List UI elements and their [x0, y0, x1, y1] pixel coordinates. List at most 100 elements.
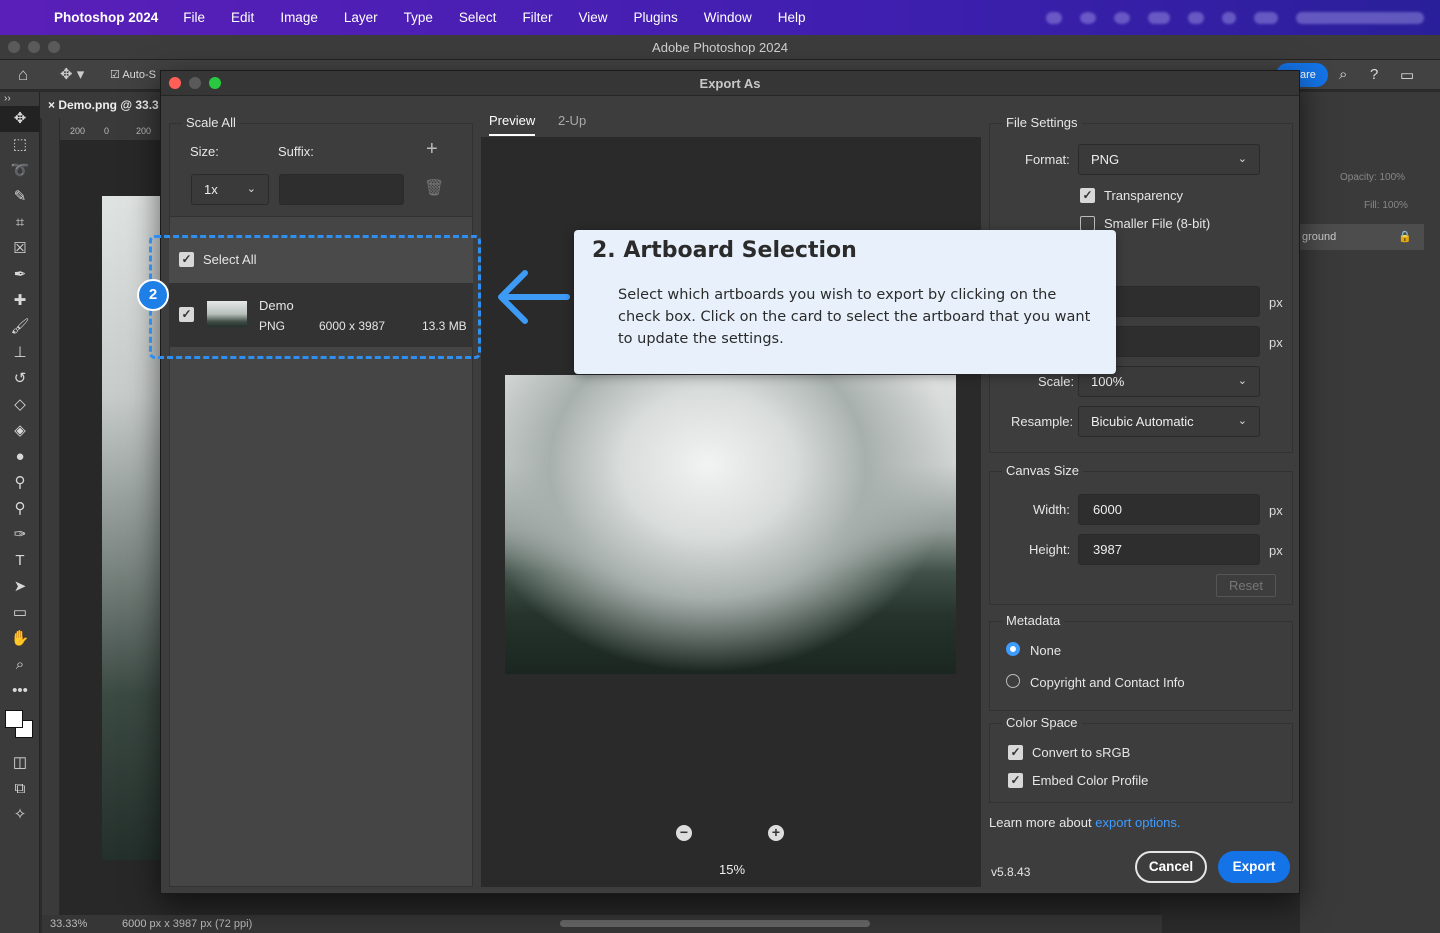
auto-select-label: Auto-S [122, 69, 156, 81]
metadata-group: Metadata None Copyright and Contact Info [989, 613, 1293, 711]
metadata-copyright-radio[interactable] [1006, 674, 1020, 688]
trash-icon[interactable]: 🗑 [424, 178, 444, 198]
doc-tab[interactable]: × Demo.png @ 33.3 [48, 92, 159, 118]
export-button[interactable]: Export [1218, 851, 1290, 883]
move-tool-icon[interactable]: ✥ ▾ [60, 65, 84, 83]
doc-tab-label: Demo.png @ 33.3 [58, 98, 159, 112]
close-icon[interactable] [169, 77, 181, 89]
callout-body: Select which artboards you wish to expor… [618, 287, 1091, 347]
horizontal-scrollbar[interactable] [560, 920, 870, 927]
generative-icon[interactable]: ✧ [0, 802, 40, 828]
healing-brush-icon[interactable]: ✚ [0, 288, 40, 314]
collapse-icon[interactable]: ›› [0, 92, 40, 106]
canvas-height-input[interactable]: 3987 [1078, 534, 1260, 565]
lasso-tool-icon[interactable]: ➰ [0, 158, 40, 184]
auto-select-checkbox[interactable]: ☑ Auto-S [110, 68, 156, 81]
blur-tool-icon[interactable]: ● [0, 444, 40, 470]
reset-button[interactable]: Reset [1216, 574, 1276, 597]
layer-row[interactable]: ground 🔒 [1300, 224, 1424, 250]
metadata-none-label: None [1030, 643, 1062, 658]
rectangle-tool-icon[interactable]: ▭ [0, 600, 40, 626]
dialog-window-controls [169, 77, 221, 89]
menu-image[interactable]: Image [267, 10, 331, 25]
canvas-width-input[interactable]: 6000 [1078, 494, 1260, 525]
help-icon[interactable]: ? [1370, 66, 1378, 83]
move-tool-icon[interactable]: ✥ [0, 106, 40, 132]
format-select[interactable]: PNG ⌄ [1078, 144, 1260, 175]
srgb-checkbox[interactable]: ✓ [1008, 745, 1023, 760]
crop-tool-icon[interactable]: ⌗ [0, 210, 40, 236]
embed-profile-checkbox[interactable]: ✓ [1008, 773, 1023, 788]
scale-all-legend: Scale All [182, 115, 240, 130]
size-value: 1x [204, 182, 218, 197]
search-icon[interactable]: ⌕ [1339, 66, 1347, 83]
px-unit: px [1269, 335, 1283, 350]
dialog-title-bar: Export As [161, 71, 1299, 96]
eraser-tool-icon[interactable]: ◇ [0, 392, 40, 418]
format-label: Format: [1025, 152, 1070, 167]
metadata-none-radio[interactable] [1006, 642, 1020, 656]
tab-preview[interactable]: Preview [489, 113, 536, 136]
transparency-checkbox[interactable]: ✓ [1080, 188, 1095, 203]
workspace-icon[interactable]: ▭ [1400, 66, 1414, 84]
frame-tool-icon[interactable]: ☒ [0, 236, 40, 262]
menu-help[interactable]: Help [765, 10, 819, 25]
paint-bucket-icon[interactable]: ◈ [0, 418, 40, 444]
zoom-icon[interactable] [209, 77, 221, 89]
cancel-button[interactable]: Cancel [1135, 851, 1207, 883]
ruler-tick: 200 [136, 126, 152, 136]
tab-2up[interactable]: 2-Up [558, 113, 586, 128]
px-unit: px [1269, 543, 1283, 558]
hand-tool-icon[interactable]: ✋ [0, 626, 40, 652]
chevron-down-icon: ⌄ [246, 183, 256, 195]
path-select-icon[interactable]: ➤ [0, 574, 40, 600]
color-space-group: Color Space ✓ Convert to sRGB ✓ Embed Co… [989, 715, 1293, 803]
menu-edit[interactable]: Edit [218, 10, 267, 25]
metadata-legend: Metadata [1002, 613, 1065, 628]
menu-layer[interactable]: Layer [331, 10, 391, 25]
quick-mask-icon[interactable]: ◫ [0, 750, 40, 776]
menu-file[interactable]: File [170, 10, 218, 25]
file-settings-legend: File Settings [1002, 115, 1082, 130]
pen-tool-icon[interactable]: ✑ [0, 522, 40, 548]
home-icon[interactable]: ⌂ [18, 65, 28, 85]
menu-window[interactable]: Window [691, 10, 765, 25]
stamp-tool-icon[interactable]: ⊥ [0, 340, 40, 366]
resample-select[interactable]: Bicubic Automatic ⌄ [1078, 406, 1260, 437]
fill-value[interactable]: 100% [1382, 200, 1408, 211]
smudge-tool-icon[interactable]: ⚲ [0, 496, 40, 522]
opacity-value[interactable]: 100% [1379, 172, 1405, 183]
smaller-file-checkbox[interactable] [1080, 216, 1095, 231]
zoom-status[interactable]: 33.33% [50, 915, 87, 933]
fill-label: Fill: [1364, 200, 1380, 211]
more-tools-icon[interactable]: ••• [0, 678, 40, 704]
export-options-link[interactable]: export options. [1095, 815, 1180, 830]
size-select[interactable]: 1x ⌄ [191, 174, 269, 205]
fill-row: Fill: 100% [1300, 200, 1440, 211]
add-scale-icon[interactable]: + [426, 138, 438, 161]
zoom-tool-icon[interactable]: ⌕ [0, 652, 40, 678]
screen-mode-icon[interactable]: ⧉ [0, 776, 40, 802]
marquee-tool-icon[interactable]: ⬚ [0, 132, 40, 158]
suffix-input[interactable] [279, 174, 404, 205]
app-menu[interactable]: Photoshop 2024 [52, 10, 170, 25]
quick-select-tool-icon[interactable]: ✎ [0, 184, 40, 210]
menu-plugins[interactable]: Plugins [620, 10, 690, 25]
history-brush-icon[interactable]: ↺ [0, 366, 40, 392]
vertical-ruler [42, 118, 60, 918]
brush-tool-icon[interactable]: 🖌 [0, 314, 40, 340]
menu-view[interactable]: View [565, 10, 620, 25]
zoom-in-icon[interactable]: + [768, 825, 784, 841]
menu-filter[interactable]: Filter [509, 10, 565, 25]
minimize-icon[interactable] [189, 77, 201, 89]
canvas-size-legend: Canvas Size [1002, 463, 1083, 478]
eyedropper-tool-icon[interactable]: ✒ [0, 262, 40, 288]
chevron-down-icon: ⌄ [1237, 415, 1247, 427]
zoom-out-icon[interactable]: − [676, 825, 692, 841]
dodge-tool-icon[interactable]: ⚲ [0, 470, 40, 496]
menu-select[interactable]: Select [446, 10, 510, 25]
menu-type[interactable]: Type [391, 10, 446, 25]
color-swatches[interactable] [5, 710, 35, 740]
type-tool-icon[interactable]: T [0, 548, 40, 574]
doc-info: 6000 px x 3987 px (72 ppi) [122, 918, 253, 930]
